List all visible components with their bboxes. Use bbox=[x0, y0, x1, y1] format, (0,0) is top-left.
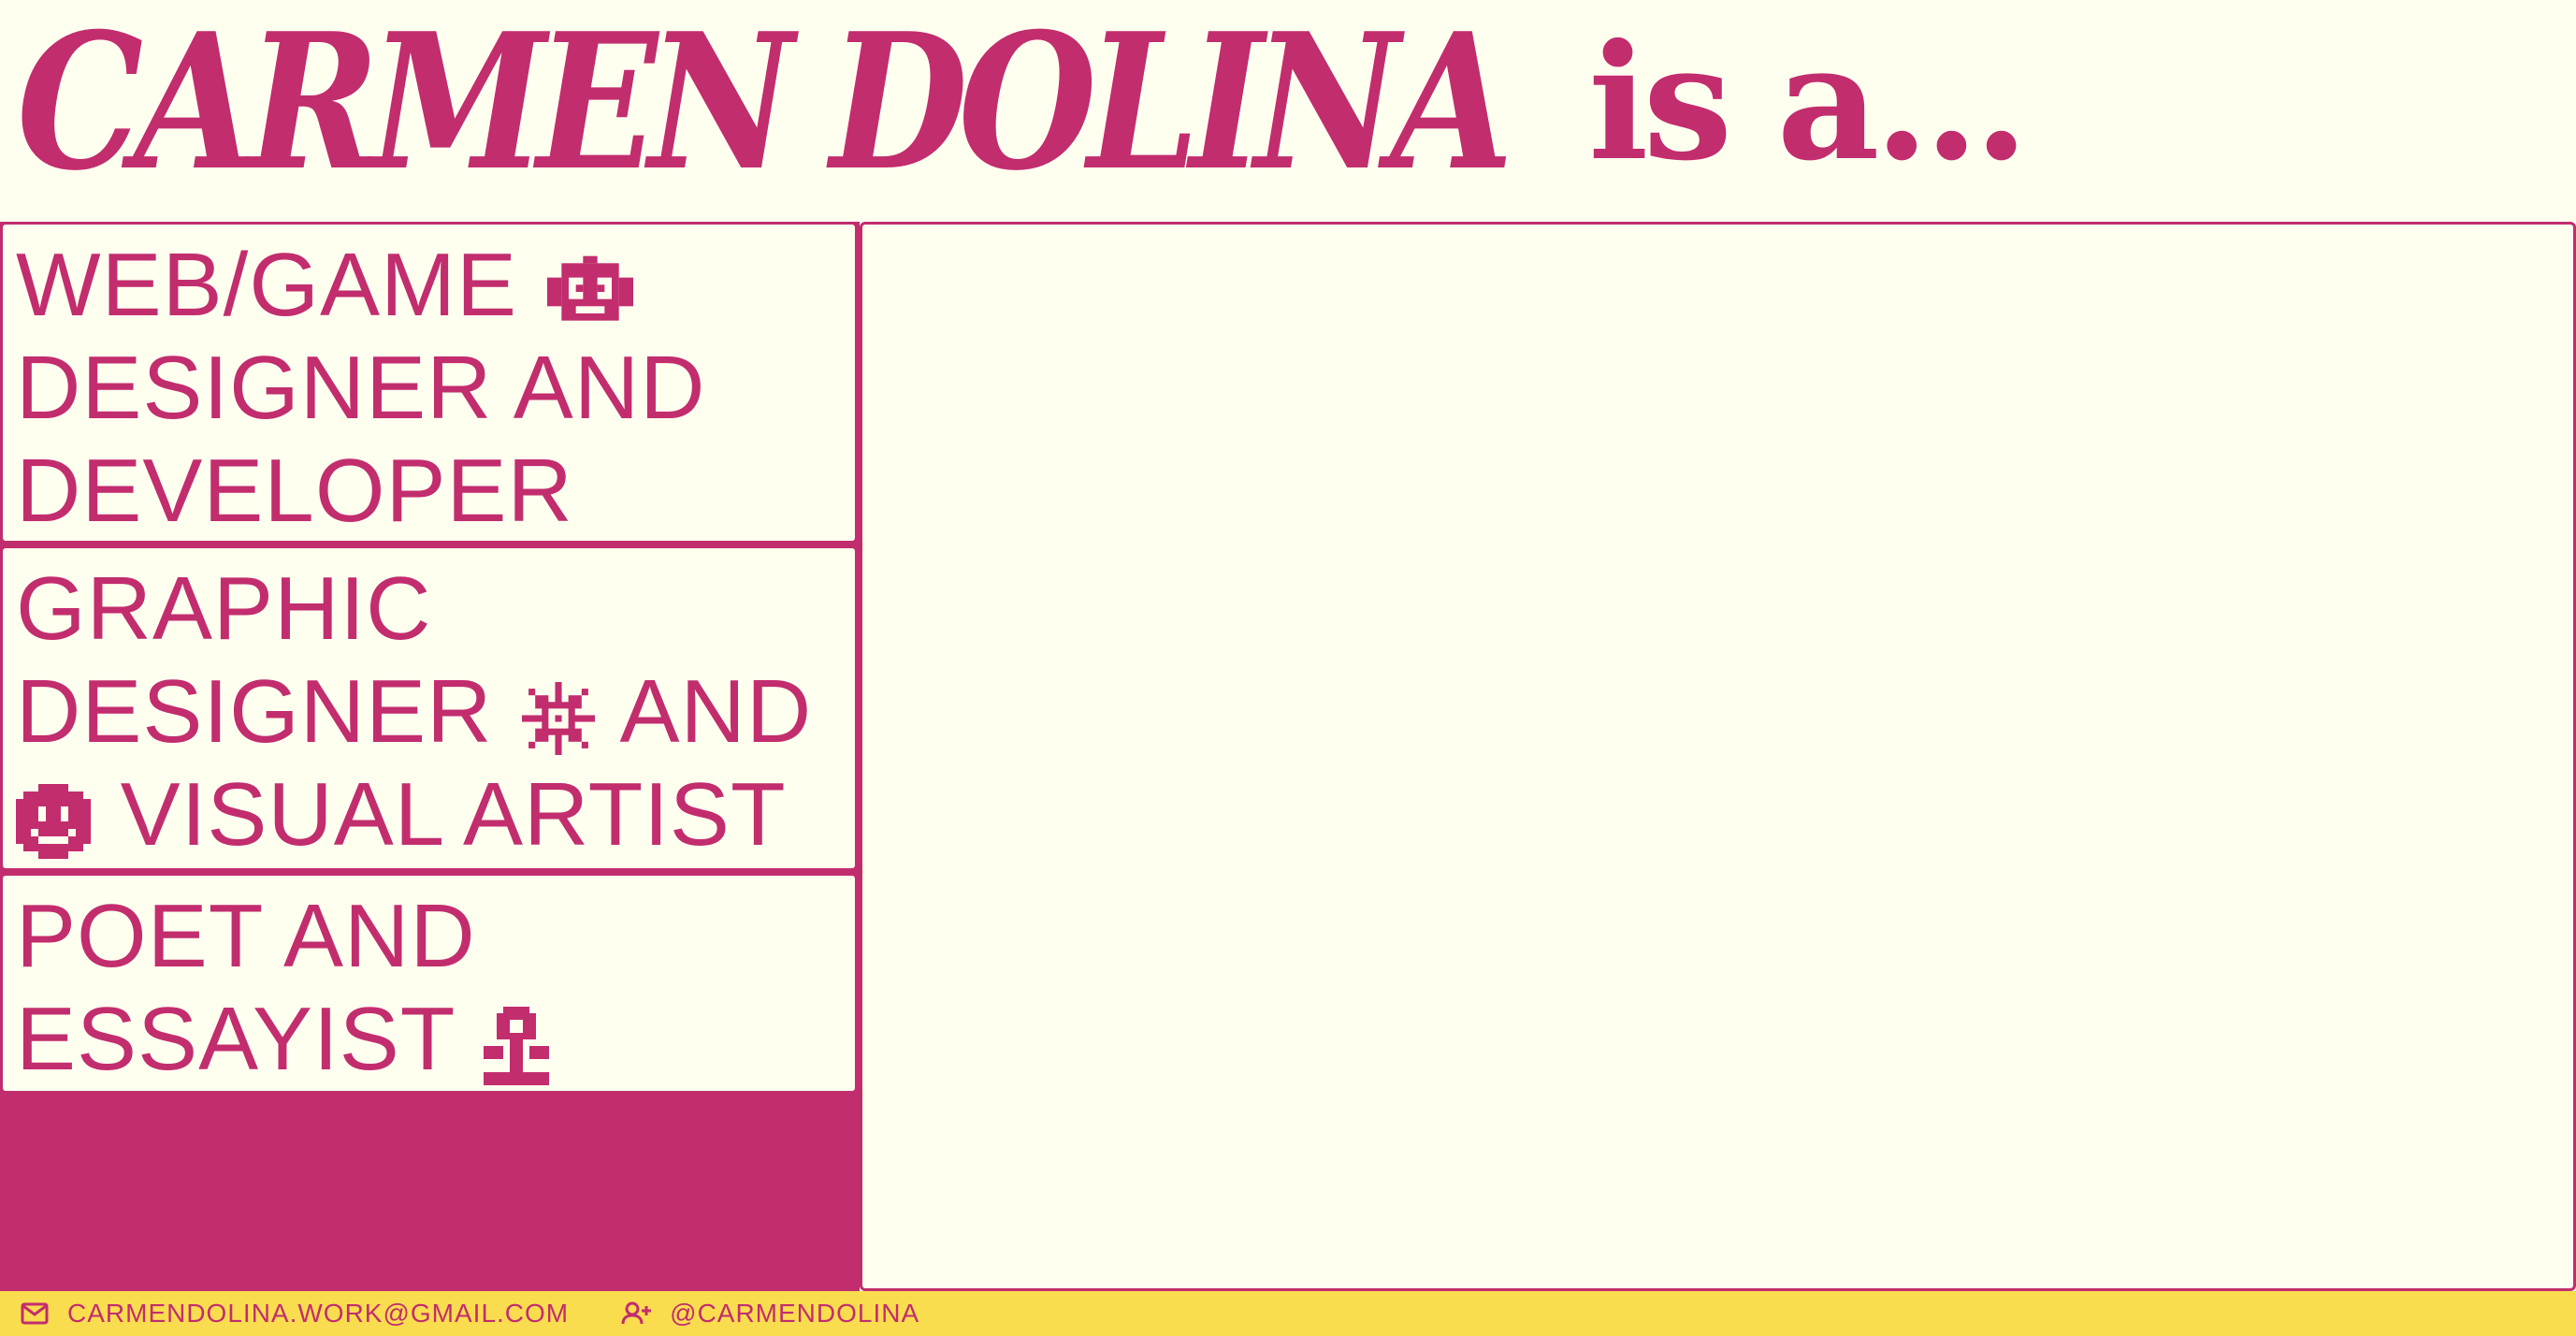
footer: CARMENDOLINA.WORK@GMAIL.COM @CARMENDOLIN… bbox=[0, 1291, 2576, 1336]
role-card-web-game[interactable]: WEB/GAME DESIGNER AND DEVELOPER bbox=[0, 222, 858, 544]
email-text: CARMENDOLINA.WORK@GMAIL.COM bbox=[67, 1299, 570, 1328]
title-suffix: is a... bbox=[1588, 9, 2029, 196]
header: CARMEN DOLINA is a... bbox=[0, 0, 2576, 222]
user-plus-icon bbox=[621, 1301, 652, 1325]
title-name: CARMEN DOLINA bbox=[17, 0, 1513, 212]
role-text: WEB/GAME bbox=[16, 235, 518, 335]
social-handle-link[interactable]: @CARMENDOLINA bbox=[621, 1299, 919, 1329]
content-panel bbox=[860, 222, 2576, 1291]
roles-list: WEB/GAME DESIGNER AND DEVELOPER GRAPHIC … bbox=[0, 222, 860, 1291]
role-text: VISUAL ARTIST bbox=[120, 764, 787, 864]
flower-icon bbox=[484, 1006, 550, 1085]
role-text: GRAPHIC bbox=[16, 559, 432, 659]
smiley-icon bbox=[16, 783, 91, 859]
robot-icon bbox=[546, 255, 633, 328]
role-card-poet-essayist[interactable]: POET AND ESSAYIST bbox=[0, 873, 858, 1094]
email-link[interactable]: CARMENDOLINA.WORK@GMAIL.COM bbox=[21, 1299, 569, 1329]
role-text: ESSAYIST bbox=[16, 989, 455, 1089]
role-text: DESIGNER bbox=[16, 661, 493, 762]
sparkle-icon bbox=[522, 681, 596, 755]
page-title: CARMEN DOLINA is a... bbox=[17, 0, 2029, 241]
role-card-graphic-designer[interactable]: GRAPHIC DESIGNER AND VISUAL ARTIST bbox=[0, 545, 858, 871]
role-text: DESIGNER AND bbox=[16, 338, 706, 438]
role-text: POET AND bbox=[16, 886, 476, 986]
page: CARMEN DOLINA is a... WEB/GAME DESIGNER … bbox=[0, 0, 2576, 1336]
handle-text: @CARMENDOLINA bbox=[670, 1299, 920, 1328]
role-text: AND bbox=[619, 661, 813, 762]
role-text: DEVELOPER bbox=[16, 441, 573, 541]
mail-icon bbox=[21, 1302, 49, 1325]
